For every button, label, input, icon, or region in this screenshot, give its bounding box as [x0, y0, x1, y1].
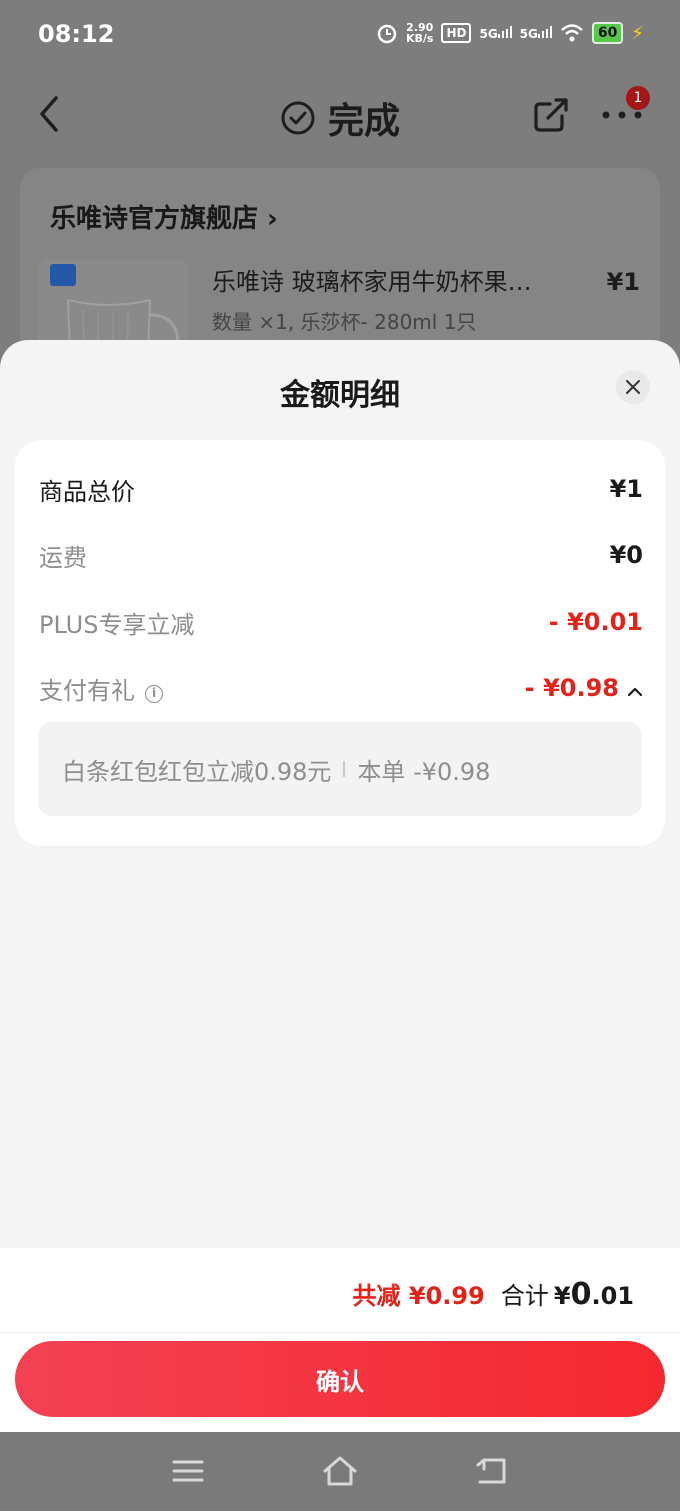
divider [343, 761, 346, 777]
chevron-up-icon[interactable] [627, 686, 643, 698]
page-title: 完成 [327, 101, 400, 142]
top-nav: 完成 [0, 80, 680, 150]
row-shipping: 运费 ¥0 [39, 535, 643, 575]
charging-icon: ⚡ [631, 22, 644, 44]
row-value: - ¥0.98 [524, 674, 619, 702]
nav-title-group: 完成 [0, 92, 680, 144]
close-button[interactable] [616, 370, 650, 404]
row-label: 商品总价 [39, 477, 135, 506]
sum-group: 合计 ¥0.01 [501, 1276, 634, 1312]
row-goods-total: 商品总价 ¥1 [39, 469, 643, 509]
system-nav-bar [0, 1432, 680, 1511]
sum-decimal: .01 [591, 1282, 634, 1310]
product-spec: 数量 ×1, 乐莎杯- 280ml 1只 [212, 310, 477, 334]
sheet-footer: 共减 ¥0.99 合计 ¥0.01 确认 [0, 1248, 680, 1432]
sim1-signal-icon: 5G [479, 25, 512, 41]
gift-amount: 本单 -¥0.98 [357, 757, 491, 786]
row-value: ¥1 [609, 475, 643, 503]
product-price: ¥1 [606, 268, 640, 296]
payment-gift-detail: 白条红包红包立减0.98元 本单 -¥0.98 [38, 722, 642, 816]
net-speed: 2.90 KB/s [406, 22, 433, 44]
check-circle-icon [281, 101, 315, 135]
product-title[interactable]: 乐唯诗 玻璃杯家用牛奶杯果… [212, 262, 572, 297]
sum-integer: 0 [570, 1277, 592, 1312]
share-icon[interactable] [532, 96, 570, 134]
gift-name: 白条红包红包立减0.98元 [62, 757, 332, 786]
amount-detail-card: 商品总价 ¥1 运费 ¥0 PLUS专享立减 - ¥0.01 支付有礼 i - ¥… [15, 440, 665, 846]
hd-icon: HD [441, 23, 472, 43]
notification-badge: 1 [626, 86, 650, 110]
row-label: PLUS专享立减 [39, 610, 195, 639]
net-speed-unit: KB/s [405, 32, 434, 45]
sheet-title: 金额明细 [280, 378, 400, 413]
row-plus-discount: PLUS专享立减 - ¥0.01 [39, 602, 643, 642]
sum-currency: ¥ [553, 1282, 571, 1310]
shop-name-link[interactable]: 乐唯诗官方旗舰店 › [50, 198, 278, 235]
status-icons: 2.90 KB/s HD 5G 5G 60 ⚡ [376, 22, 644, 44]
row-label-group: 支付有礼 i [39, 671, 163, 706]
close-icon [626, 380, 640, 394]
row-value-group: - ¥0.98 [525, 674, 643, 702]
row-value: - ¥0.01 [548, 608, 643, 636]
row-payment-gift[interactable]: 支付有礼 i - ¥0.98 [39, 668, 643, 708]
totals: 共减 ¥0.99 合计 ¥0.01 [353, 1276, 634, 1312]
menu-icon[interactable] [170, 1454, 206, 1488]
back-nav-icon[interactable] [474, 1454, 510, 1488]
status-time: 08:12 [38, 20, 115, 48]
amount-detail-sheet: 金额明细 商品总价 ¥1 运费 ¥0 PLUS专享立减 - ¥0.01 支付有礼… [0, 340, 680, 1432]
wifi-icon [561, 24, 583, 42]
confirm-button[interactable]: 确认 [15, 1341, 665, 1417]
info-icon[interactable]: i [145, 685, 163, 703]
sum-label: 合计 [500, 1282, 549, 1310]
home-icon[interactable] [322, 1454, 358, 1488]
battery-icon: 60 [591, 22, 624, 44]
discount-total: 共减 ¥0.99 [352, 1282, 485, 1310]
alarm-icon [377, 24, 397, 44]
status-bar: 08:12 2.90 KB/s HD 5G 5G 60 ⚡ [0, 0, 680, 72]
divider [0, 1332, 680, 1333]
sim2-signal-icon: 5G [520, 25, 552, 41]
row-value: ¥0 [609, 541, 643, 569]
row-label: 支付有礼 [39, 676, 135, 705]
row-label: 运费 [39, 543, 87, 572]
